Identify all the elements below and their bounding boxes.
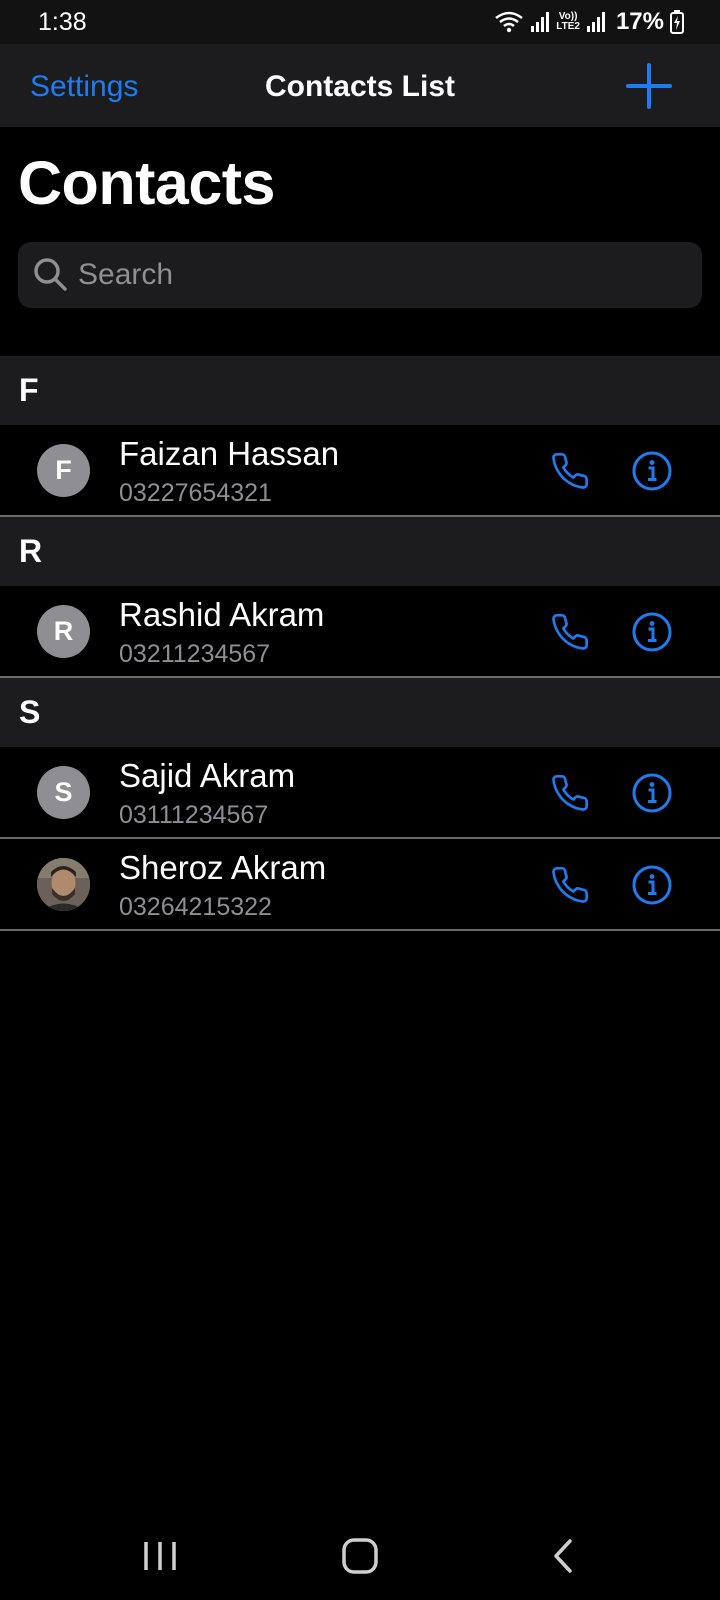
phone-icon xyxy=(552,613,589,650)
avatar: R xyxy=(37,605,90,658)
avatar: F xyxy=(37,444,90,497)
recent-apps-icon[interactable] xyxy=(138,1538,182,1574)
call-button[interactable] xyxy=(550,865,590,905)
call-button[interactable] xyxy=(550,451,590,491)
contact-phone: 03227654321 xyxy=(119,479,272,507)
wifi-icon xyxy=(495,11,523,33)
network-type-label: Vo)) LTE2 xyxy=(556,11,580,32)
section-header: F xyxy=(0,356,720,425)
plus-icon xyxy=(626,63,672,109)
search-icon xyxy=(34,258,67,291)
section-letter: F xyxy=(19,372,39,408)
search-bar[interactable] xyxy=(18,242,702,308)
contact-name: Sajid Akram xyxy=(119,757,296,794)
contact-phone: 03264215322 xyxy=(119,893,272,921)
section-header: R xyxy=(0,517,720,586)
back-icon[interactable] xyxy=(548,1536,578,1576)
contact-name: Sheroz Akram xyxy=(119,849,327,886)
contact-row[interactable]: R Rashid Akram 03211234567 xyxy=(0,586,720,678)
info-circle-icon xyxy=(632,451,672,491)
page-title: Contacts xyxy=(18,149,275,217)
info-button[interactable] xyxy=(631,450,673,492)
status-time: 1:38 xyxy=(38,8,87,36)
home-icon[interactable] xyxy=(340,1536,380,1576)
avatar-initial: R xyxy=(53,616,74,646)
avatar: S xyxy=(37,766,90,819)
search-input[interactable] xyxy=(78,242,688,308)
battery-charging-icon xyxy=(670,10,684,34)
contact-name: Faizan Hassan xyxy=(119,435,340,472)
info-circle-icon xyxy=(632,773,672,813)
contact-row[interactable]: S Sajid Akram 03111234567 xyxy=(0,747,720,839)
info-button[interactable] xyxy=(631,611,673,653)
add-contact-button[interactable] xyxy=(624,61,674,111)
contact-photo-avatar xyxy=(37,858,90,911)
contact-phone: 03111234567 xyxy=(119,801,269,829)
contact-phone: 03211234567 xyxy=(119,640,271,668)
section-letter: S xyxy=(19,694,41,730)
contact-name: Rashid Akram xyxy=(119,596,325,633)
avatar-initial: F xyxy=(55,455,72,485)
contact-row[interactable]: Sheroz Akram 03264215322 xyxy=(0,839,720,931)
info-button[interactable] xyxy=(631,772,673,814)
phone-icon xyxy=(552,452,589,489)
contacts-list: F F Faizan Hassan 03227654321 R R Rashid… xyxy=(0,356,720,931)
phone-icon xyxy=(552,774,589,811)
section-header: S xyxy=(0,678,720,747)
battery-percent: 17% xyxy=(615,8,664,35)
settings-button[interactable]: Settings xyxy=(30,70,138,104)
section-letter: R xyxy=(19,533,43,569)
contact-photo xyxy=(37,858,90,911)
contact-row[interactable]: F Faizan Hassan 03227654321 xyxy=(0,425,720,517)
signal-strength-icon xyxy=(531,12,550,32)
call-button[interactable] xyxy=(550,773,590,813)
avatar-initial: S xyxy=(54,777,73,807)
info-button[interactable] xyxy=(631,864,673,906)
phone-icon xyxy=(552,866,589,903)
info-circle-icon xyxy=(632,865,672,905)
status-bar: 1:38 Vo)) LTE2 17% xyxy=(0,0,720,44)
info-circle-icon xyxy=(632,612,672,652)
system-navigation-bar xyxy=(0,1500,720,1600)
call-button[interactable] xyxy=(550,612,590,652)
status-icons: Vo)) LTE2 17% xyxy=(494,8,684,36)
signal-strength-icon xyxy=(586,12,605,32)
navigation-bar: Settings Contacts List xyxy=(0,44,720,127)
